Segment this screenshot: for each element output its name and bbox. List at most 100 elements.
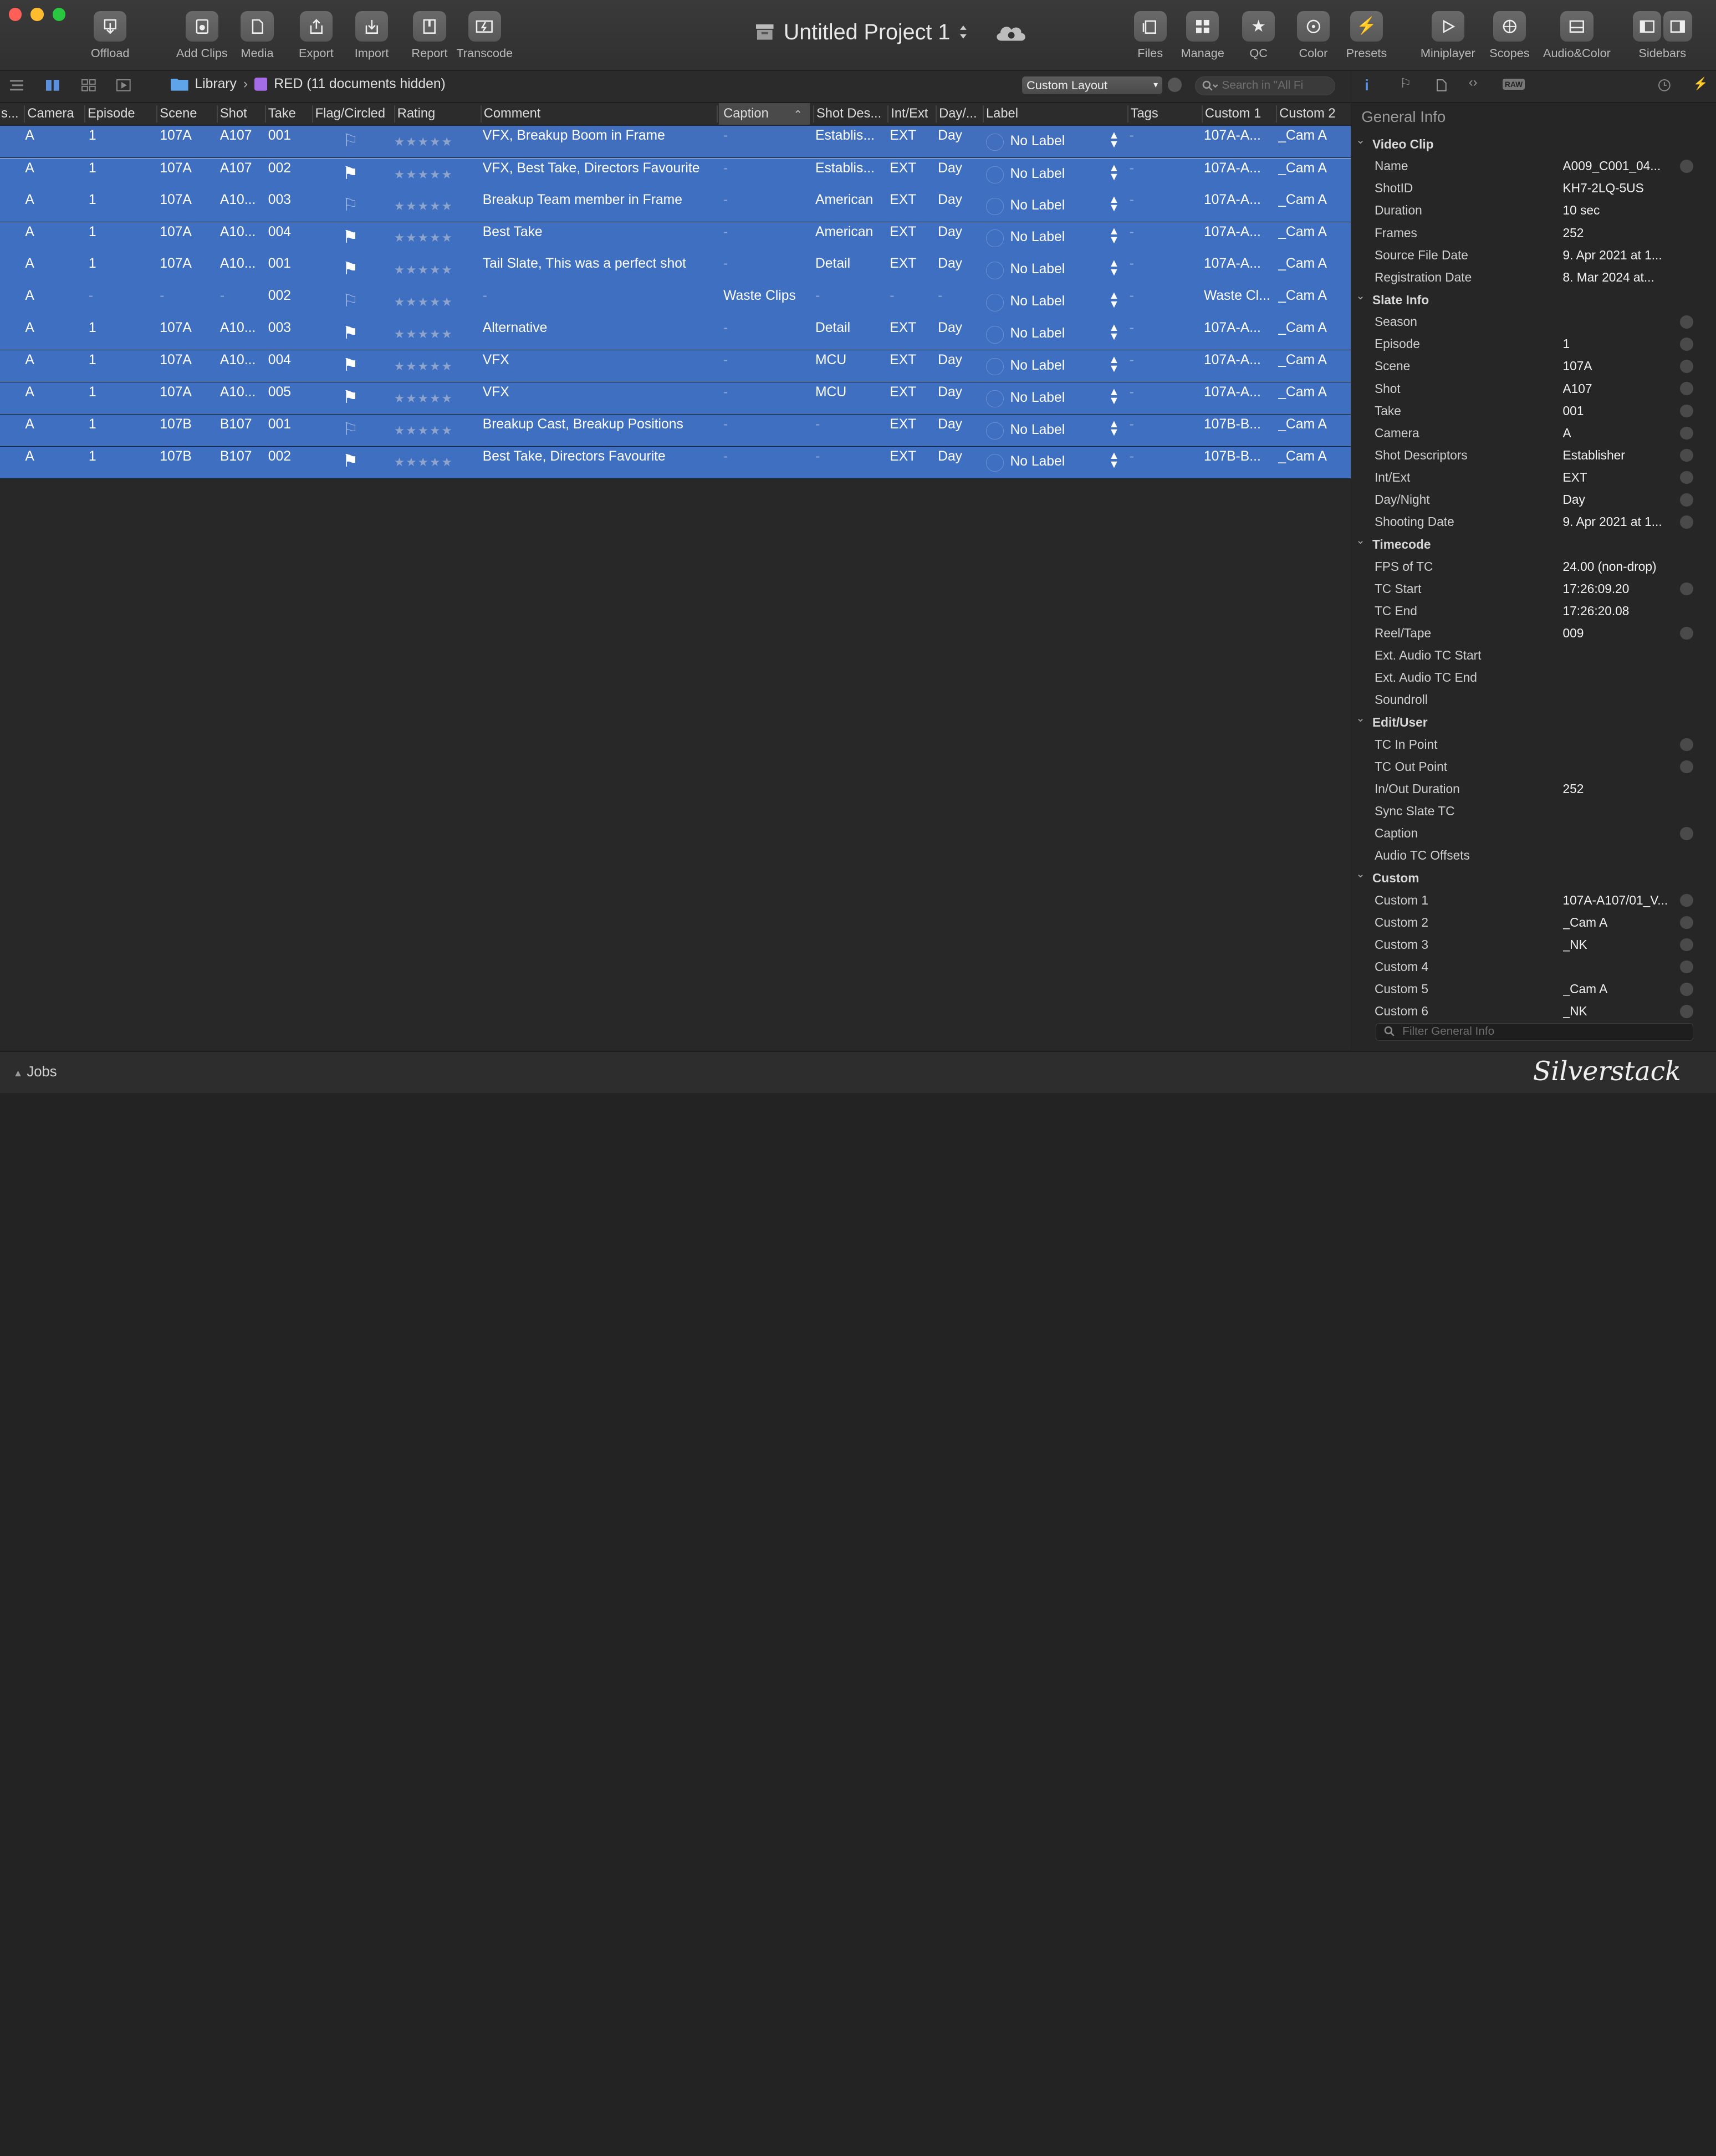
inspector-section-header[interactable]: Edit/User (1372, 715, 1428, 730)
column-separator[interactable] (480, 105, 482, 123)
document-icon[interactable] (1436, 79, 1447, 92)
edit-pencil-icon[interactable] (1679, 382, 1693, 396)
column-header[interactable]: Custom 2 (1279, 106, 1335, 121)
label-stepper-icon[interactable]: ▲ ▼ (1109, 162, 1120, 182)
chevron-down-icon[interactable]: ⌄ (1356, 712, 1365, 725)
column-separator[interactable] (156, 105, 158, 123)
column-header[interactable]: Comment (484, 106, 541, 121)
column-header[interactable]: Shot Des... (816, 106, 881, 121)
edit-pencil-icon[interactable] (1679, 471, 1693, 484)
close-window-button[interactable] (8, 7, 22, 21)
flag-icon[interactable]: ⚑ (343, 258, 358, 279)
qc-button[interactable]: ★ QC (1242, 11, 1275, 60)
rating-stars[interactable]: ★★★★★ (394, 391, 453, 406)
table-row[interactable]: A 1 107A A107 001 VFX, Breakup Boom in Frame -… (0, 126, 1351, 158)
breadcrumb-current[interactable]: RED (11 documents hidden) (274, 76, 445, 92)
layout-options-button[interactable] (1167, 78, 1182, 92)
flag-icon[interactable]: ⚑ (343, 163, 358, 183)
label-stepper-icon[interactable]: ▲ ▼ (1109, 451, 1120, 471)
player-view-icon[interactable] (116, 79, 131, 92)
edit-pencil-icon[interactable] (1679, 893, 1693, 907)
column-header[interactable]: Flag/Circled (315, 106, 385, 121)
column-header[interactable]: Rating (397, 106, 435, 121)
raw-icon[interactable]: RAW (1502, 79, 1525, 90)
label-stepper-icon[interactable]: ▲ ▼ (1109, 226, 1120, 246)
rating-stars[interactable]: ★★★★★ (394, 423, 453, 438)
edit-pencil-icon[interactable] (1679, 404, 1693, 418)
column-header[interactable]: Take (268, 106, 296, 121)
rating-stars[interactable]: ★★★★★ (394, 199, 453, 213)
edit-pencil-icon[interactable] (1679, 960, 1693, 974)
offload-button[interactable]: Offload (91, 11, 129, 60)
chevron-down-icon[interactable]: ⌄ (1356, 134, 1365, 147)
table-row[interactable]: A 1 107A A10... 004 VFX - MCU EXT Day No Label - 107… (0, 350, 1351, 382)
column-header[interactable]: Custom 1 (1205, 106, 1261, 121)
column-separator[interactable] (84, 105, 85, 123)
flag-icon[interactable]: ⚑ (343, 323, 358, 343)
rating-stars[interactable]: ★★★★★ (394, 295, 453, 309)
column-header[interactable]: Scene (160, 106, 197, 121)
add-clips-button[interactable]: Add Clips (176, 11, 228, 60)
project-title-control[interactable]: Untitled Project 1 (755, 20, 1029, 45)
column-separator[interactable] (264, 105, 266, 123)
inspector-section-header[interactable]: Timecode (1372, 537, 1431, 552)
chevron-down-icon[interactable]: ⌄ (1356, 534, 1365, 547)
label-stepper-icon[interactable]: ▲ ▼ (1109, 258, 1120, 278)
column-separator[interactable] (1276, 105, 1278, 123)
flag-icon[interactable]: ⚐ (343, 130, 358, 151)
report-button[interactable]: Report (411, 11, 448, 60)
edit-pencil-icon[interactable] (1679, 1004, 1693, 1018)
column-header[interactable]: Shot (220, 106, 247, 121)
column-header[interactable]: s... (1, 106, 19, 121)
edit-pencil-icon[interactable] (1679, 582, 1693, 596)
zoom-window-button[interactable] (52, 7, 66, 21)
grid-view-icon[interactable] (81, 79, 96, 92)
column-separator[interactable] (1127, 105, 1128, 123)
info-icon[interactable]: i (1365, 76, 1369, 94)
table-row[interactable]: A - - - 002 - Waste Clips - - - No Label - Waste Cl.… (0, 286, 1351, 318)
edit-pencil-icon[interactable] (1679, 160, 1693, 173)
list-view-icon[interactable] (9, 79, 24, 92)
label-stepper-icon[interactable]: ▲ ▼ (1109, 290, 1120, 310)
export-button[interactable]: Export (299, 11, 334, 60)
edit-pencil-icon[interactable] (1679, 760, 1693, 774)
edit-pencil-icon[interactable] (1679, 938, 1693, 952)
column-separator[interactable] (936, 105, 937, 123)
column-separator[interactable] (813, 105, 814, 123)
edit-pencil-icon[interactable] (1679, 626, 1693, 640)
column-separator[interactable] (311, 105, 313, 123)
table-row[interactable]: A 1 107A A10... 004 Best Take - American EXT Day N… (0, 222, 1351, 254)
label-stepper-icon[interactable]: ▲ ▼ (1109, 386, 1120, 406)
breadcrumb-library[interactable]: Library (195, 76, 236, 92)
sidebars-button[interactable]: Sidebars (1632, 11, 1692, 60)
column-header[interactable]: Int/Ext (891, 106, 928, 121)
layout-select[interactable]: Custom Layout ▾ (1022, 76, 1162, 94)
table-row[interactable]: A 1 107A A10... 001 Tail Slate, This was a pe… (0, 254, 1351, 286)
flag-icon[interactable]: ⚐ (343, 290, 358, 311)
manage-button[interactable]: Manage (1181, 11, 1224, 60)
rating-stars[interactable]: ★★★★★ (394, 263, 453, 277)
minimize-window-button[interactable] (30, 7, 44, 21)
flag-icon[interactable]: ⚑ (343, 355, 358, 375)
rating-stars[interactable]: ★★★★★ (394, 167, 453, 182)
edit-pencil-icon[interactable] (1679, 826, 1693, 840)
column-header[interactable]: Day/... (939, 106, 977, 121)
import-button[interactable]: Import (355, 11, 389, 60)
table-row[interactable]: A 1 107A A10... 003 Breakup Team member in Fr… (0, 190, 1351, 222)
filter-input[interactable]: Filter General Info (1375, 1023, 1693, 1041)
miniplayer-button[interactable]: Miniplayer (1421, 11, 1475, 60)
column-separator[interactable] (394, 105, 395, 123)
media-button[interactable]: Media (241, 11, 274, 60)
edit-pencil-icon[interactable] (1679, 515, 1693, 529)
column-separator[interactable] (983, 105, 984, 123)
cloud-gear-icon[interactable] (994, 21, 1029, 43)
edit-pencil-icon[interactable] (1679, 338, 1693, 351)
label-stepper-icon[interactable]: ▲ ▼ (1109, 194, 1120, 214)
edit-pencil-icon[interactable] (1679, 493, 1693, 507)
chevron-down-icon[interactable]: ⌄ (1356, 289, 1365, 303)
table-row[interactable]: A 1 107A A10... 003 Alternative - Detail EXT Day N… (0, 318, 1351, 350)
column-separator[interactable] (887, 105, 889, 123)
history-icon[interactable] (1658, 79, 1671, 92)
scopes-button[interactable]: Scopes (1489, 11, 1530, 60)
edit-pencil-icon[interactable] (1679, 738, 1693, 752)
